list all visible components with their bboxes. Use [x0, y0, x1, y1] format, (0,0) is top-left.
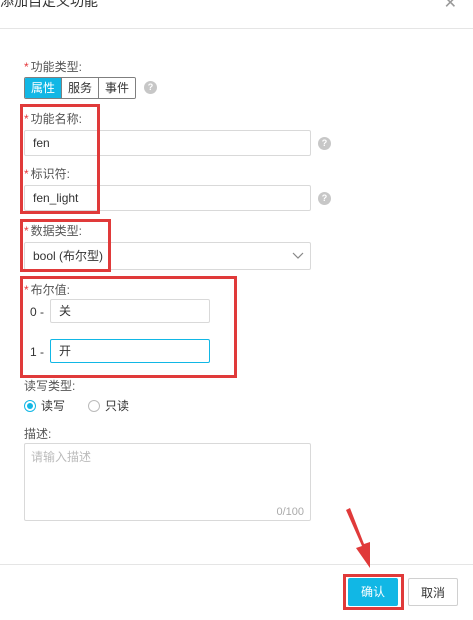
- annotation-box-confirm: [343, 574, 404, 610]
- description-textarea[interactable]: 请输入描述 0/100: [24, 443, 311, 521]
- annotation-box-datatype: [20, 219, 111, 272]
- header-divider: [0, 28, 473, 29]
- desc-label: 描述:: [24, 427, 52, 441]
- radio-checked-icon[interactable]: [24, 399, 36, 412]
- rw-label: 读写类型:: [24, 379, 76, 393]
- footer-divider: [0, 564, 473, 565]
- close-icon[interactable]: ✕: [444, 0, 457, 13]
- help-icon[interactable]: ?: [318, 192, 331, 205]
- tab-property[interactable]: 属性: [25, 78, 63, 98]
- annotation-arrow-icon: [346, 508, 370, 568]
- help-icon[interactable]: ?: [144, 81, 157, 94]
- help-icon[interactable]: ?: [318, 137, 331, 150]
- cancel-button[interactable]: 取消: [408, 578, 458, 606]
- char-counter: 0/100: [276, 506, 304, 518]
- rw-option-readwrite[interactable]: 读写: [24, 397, 65, 414]
- chevron-down-icon: [292, 252, 304, 259]
- dialog-title: 添加自定义功能: [0, 0, 98, 9]
- type-segmented-control: 属性 服务 事件: [24, 77, 137, 99]
- desc-placeholder: 请输入描述: [31, 450, 92, 464]
- radio-unchecked-icon[interactable]: [88, 399, 100, 412]
- required-mark: *: [24, 60, 29, 74]
- tab-service[interactable]: 服务: [62, 78, 100, 98]
- tab-event[interactable]: 事件: [99, 78, 136, 98]
- type-label: * 功能类型:: [24, 60, 83, 74]
- annotation-box-bool: [20, 276, 237, 378]
- rw-option-readonly[interactable]: 只读: [88, 397, 129, 414]
- annotation-box-name-identifier: [20, 104, 100, 214]
